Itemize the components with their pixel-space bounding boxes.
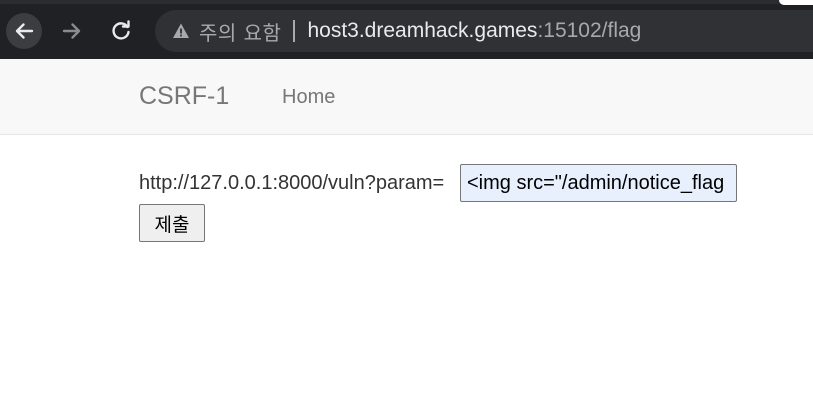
reload-icon — [112, 20, 130, 40]
address-bar[interactable]: 주의 요함 host3.dreamhack.games:15102/flag — [155, 10, 813, 52]
url-host[interactable]: host3.dreamhack.games — [307, 19, 537, 43]
tab-strip — [0, 0, 813, 4]
forward-button[interactable] — [54, 13, 90, 49]
nav-home-link[interactable]: Home — [282, 86, 335, 109]
browser-toolbar: 주의 요함 host3.dreamhack.games:15102/flag — [0, 0, 813, 59]
site-navbar: CSRF-1 Home — [0, 59, 813, 135]
navbar-brand-link[interactable]: CSRF-1 — [139, 82, 229, 111]
security-status-label[interactable]: 주의 요함 — [199, 17, 281, 46]
active-tab-corner[interactable] — [779, 0, 813, 5]
address-divider — [293, 20, 296, 42]
arrow-right-icon — [62, 23, 81, 39]
param-url-label: http://127.0.0.1:8000/vuln?param= — [139, 172, 445, 194]
back-button[interactable] — [6, 13, 42, 49]
submit-button[interactable]: 제출 — [139, 204, 205, 242]
url-path[interactable]: :15102/flag — [537, 19, 641, 43]
warning-triangle-icon[interactable] — [172, 22, 190, 40]
param-input[interactable] — [460, 164, 737, 202]
reload-button[interactable] — [103, 13, 139, 49]
arrow-left-icon — [15, 23, 34, 39]
